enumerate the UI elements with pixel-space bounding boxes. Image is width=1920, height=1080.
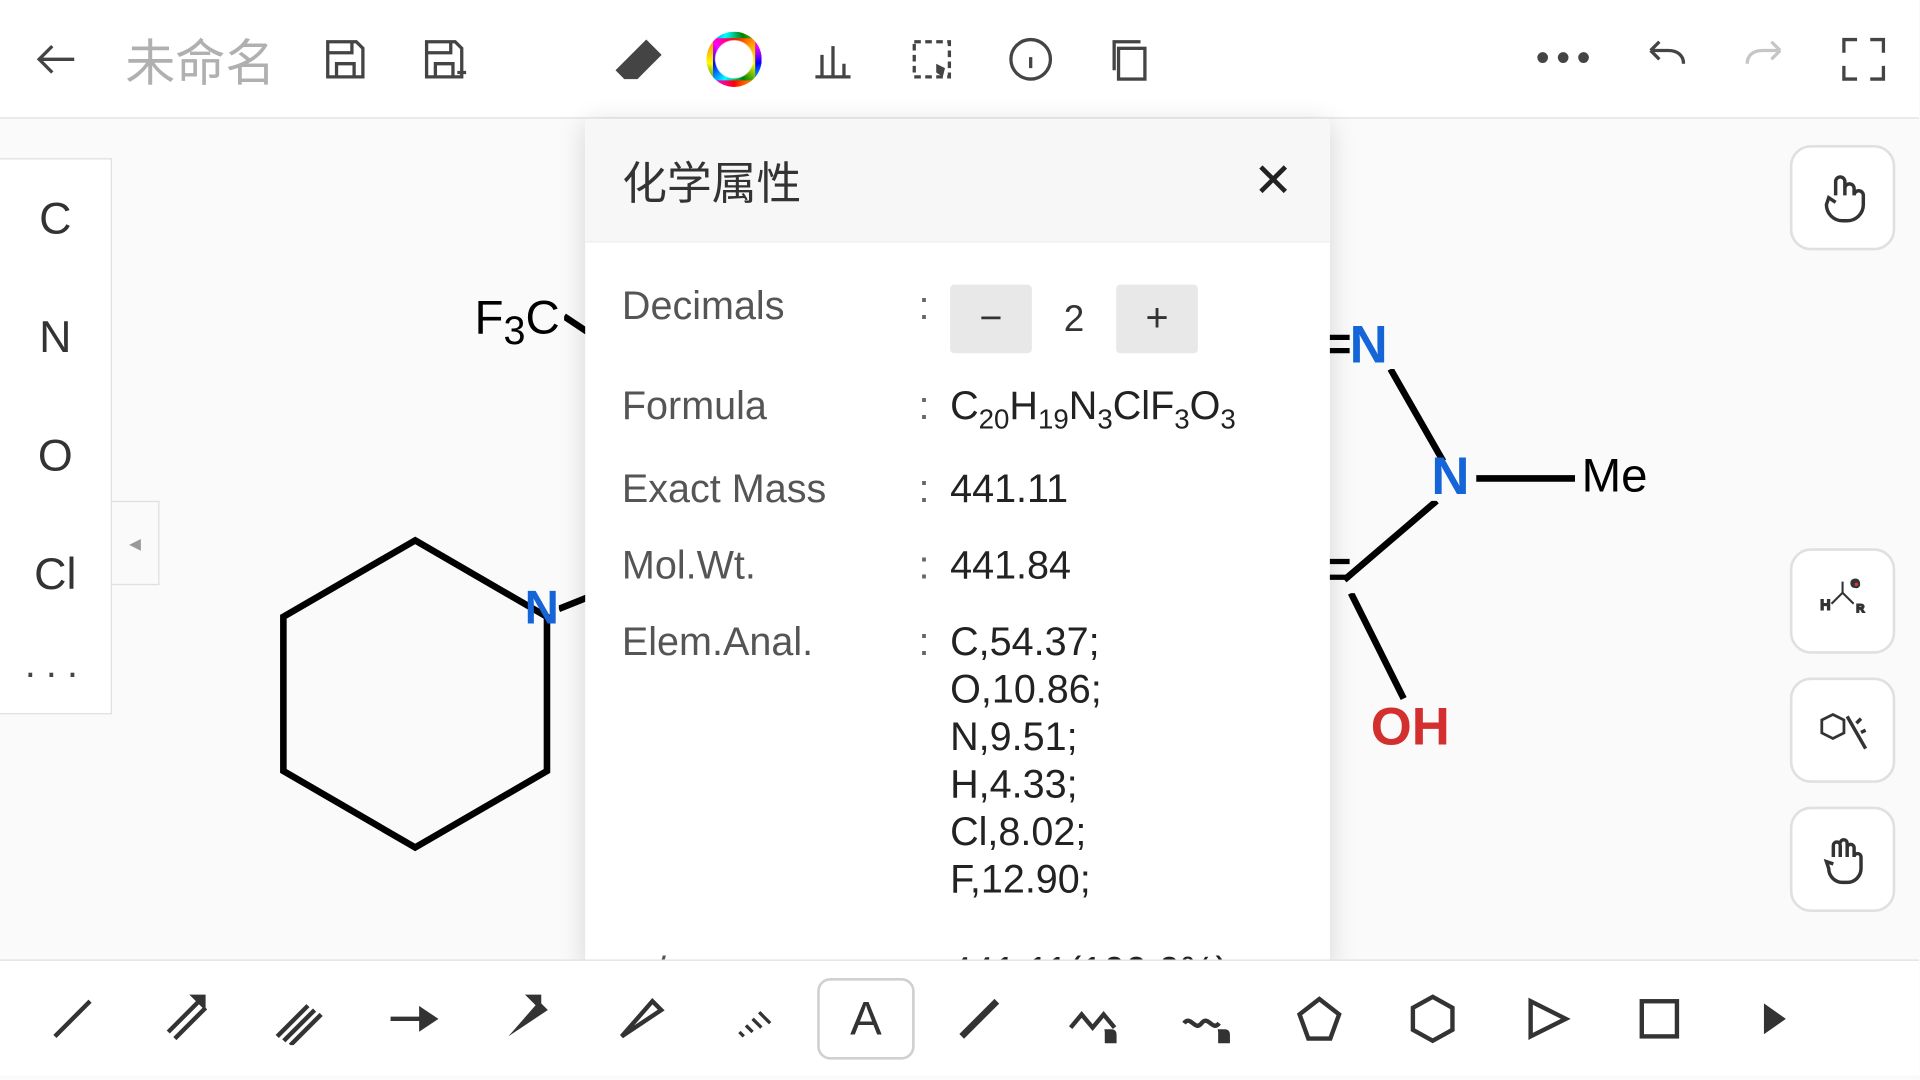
redo-icon[interactable] (1734, 29, 1793, 88)
atom-label-N-mid[interactable]: N (1431, 448, 1469, 507)
bond-c-oh[interactable] (1344, 593, 1423, 712)
molwt-label: Mol.Wt. (622, 544, 919, 589)
double-bond-tool[interactable] (137, 977, 235, 1059)
popup-body: Decimals : − 2 + Formula : C20H19N3ClF3O… (585, 243, 1330, 968)
elem-anal-value: C,54.37; O,10.86; N,9.51; H,4.33; Cl,8.0… (950, 621, 1293, 903)
elem-anal-label: Elem.Anal. (622, 621, 919, 666)
atom-label-OH[interactable]: OH (1371, 699, 1450, 758)
save-icon[interactable] (315, 29, 374, 88)
chart-icon[interactable] (803, 29, 862, 88)
more-menu-icon[interactable]: ••• (1537, 29, 1596, 88)
svg-text:n: n (1219, 1024, 1229, 1044)
top-toolbar: 未命名 ••• (0, 0, 1919, 119)
save-as-icon[interactable] (414, 29, 473, 88)
bond-tool[interactable] (931, 977, 1029, 1059)
arrow-tool[interactable] (364, 977, 462, 1059)
wedge-solid-tool[interactable] (477, 977, 575, 1059)
expand-tools[interactable] (1724, 977, 1822, 1059)
svg-text:R: R (1856, 603, 1864, 615)
single-bond-tool[interactable] (24, 977, 122, 1059)
fullscreen-icon[interactable] (1833, 29, 1892, 88)
cyclopentane-tool[interactable] (1271, 977, 1369, 1059)
popup-title: 化学属性 (622, 148, 801, 213)
benzene-tool[interactable] (1384, 977, 1482, 1059)
svg-text:n: n (1106, 1024, 1116, 1044)
svg-text:H: H (1820, 596, 1830, 612)
formula-label: Formula (622, 385, 919, 430)
info-icon[interactable] (1000, 29, 1059, 88)
exact-mass-label: Exact Mass (622, 468, 919, 513)
gesture-mode-button[interactable] (1790, 145, 1895, 250)
wedge-hash-tool[interactable] (704, 977, 802, 1059)
color-picker-icon[interactable] (704, 29, 763, 88)
formula-value: C20H19N3ClF3O3 (950, 385, 1293, 436)
molwt-value: 441.84 (950, 544, 1293, 589)
properties-popup: 化学属性 ✕ Decimals : − 2 + Formula : C20H19… (585, 119, 1330, 968)
atom-label-N-ring[interactable]: N (525, 580, 559, 635)
right-tool-panel: HOR (1790, 145, 1895, 912)
document-title[interactable]: 未命名 (125, 22, 275, 94)
square-tool[interactable] (1611, 977, 1709, 1059)
decimals-value: 2 (1040, 285, 1109, 354)
chain-wavy-tool[interactable]: n (1157, 977, 1255, 1059)
popup-header: 化学属性 ✕ (585, 119, 1330, 243)
template-button[interactable]: HOR (1790, 548, 1895, 653)
atom-label-cf3[interactable]: F3C (474, 290, 559, 355)
eraser-icon[interactable] (605, 29, 664, 88)
back-button[interactable] (26, 29, 85, 88)
pan-button[interactable] (1790, 807, 1895, 912)
triple-bond-tool[interactable] (250, 977, 348, 1059)
bottom-toolbar: A n n (0, 960, 1919, 1076)
triangle-tool[interactable] (1497, 977, 1595, 1059)
text-tool[interactable]: A (817, 977, 915, 1059)
atom-label-Me[interactable]: Me (1582, 448, 1648, 503)
wedge-hollow-tool[interactable] (590, 977, 688, 1059)
decimals-stepper: − 2 + (950, 285, 1198, 354)
undo-icon[interactable] (1636, 29, 1695, 88)
exact-mass-value: 441.11 (950, 468, 1293, 513)
copy-icon[interactable] (1099, 29, 1158, 88)
bond-n-me[interactable] (1476, 474, 1581, 482)
decimals-minus[interactable]: − (950, 285, 1032, 354)
close-icon[interactable]: ✕ (1253, 152, 1293, 207)
piperidine-ring[interactable] (244, 514, 600, 883)
lasso-select-icon[interactable] (902, 29, 961, 88)
decimals-label: Decimals (622, 285, 919, 330)
chain-tool[interactable]: n (1044, 977, 1142, 1059)
decimals-plus[interactable]: + (1116, 285, 1198, 354)
cleanup-button[interactable] (1790, 677, 1895, 782)
